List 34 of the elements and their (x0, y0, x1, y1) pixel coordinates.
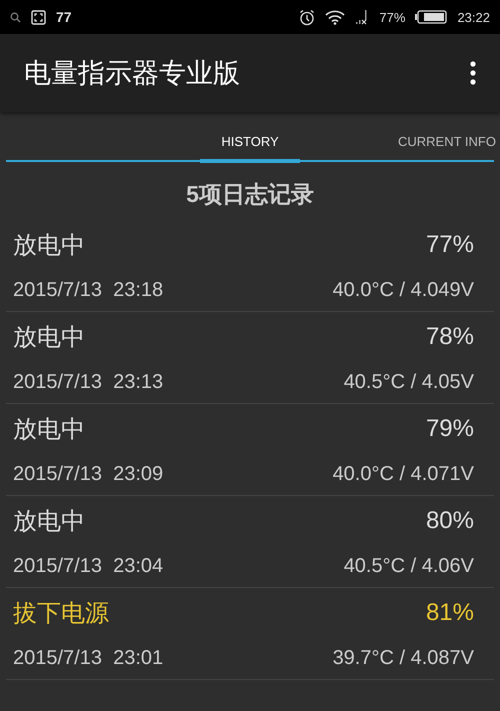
wifi-icon (325, 10, 346, 24)
battery-icon (415, 10, 448, 24)
temperature-voltage: 40.0°C / 4.049V (332, 279, 474, 302)
battery-level: 77% (426, 231, 474, 259)
temperature-voltage: 40.5°C / 4.06V (344, 555, 474, 578)
overflow-menu-icon[interactable] (470, 61, 476, 85)
timestamp: 2015/7/13 23:18 (13, 279, 164, 302)
timestamp: 2015/7/13 23:04 (13, 555, 164, 578)
event-label: 拔下电源 (13, 599, 109, 629)
search-icon (10, 12, 21, 22)
tab[interactable]: CURRENT INFO (398, 134, 494, 163)
battery-level: 78% (426, 323, 474, 351)
signal-icon (355, 9, 370, 25)
alarm-icon (299, 8, 316, 26)
timestamp: 2015/7/13 23:01 (13, 647, 164, 670)
temperature-voltage: 40.5°C / 4.05V (344, 371, 474, 394)
temperature-voltage: 40.0°C / 4.071V (332, 463, 474, 486)
battery-level: 81% (426, 599, 474, 627)
timestamp: 2015/7/13 23:13 (13, 371, 164, 394)
log-count-heading: 5项日志记录 (185, 180, 315, 209)
event-label: 放电中 (13, 415, 85, 445)
battery-level: 79% (426, 415, 474, 443)
battery-percent: 77% (379, 10, 406, 24)
event-label: 放电中 (13, 507, 85, 537)
timestamp: 2015/7/13 23:09 (13, 463, 164, 486)
notification-count: 77 (56, 9, 72, 25)
event-label: 放电中 (13, 323, 85, 353)
app-title: 电量指示器专业版 (24, 57, 241, 90)
clock: 23:22 (457, 10, 490, 24)
screenshot-icon (31, 10, 46, 24)
event-label: 放电中 (13, 231, 85, 261)
temperature-voltage: 39.7°C / 4.087V (332, 647, 474, 670)
tab[interactable]: HISTORY (200, 134, 300, 163)
battery-level: 80% (426, 507, 474, 535)
